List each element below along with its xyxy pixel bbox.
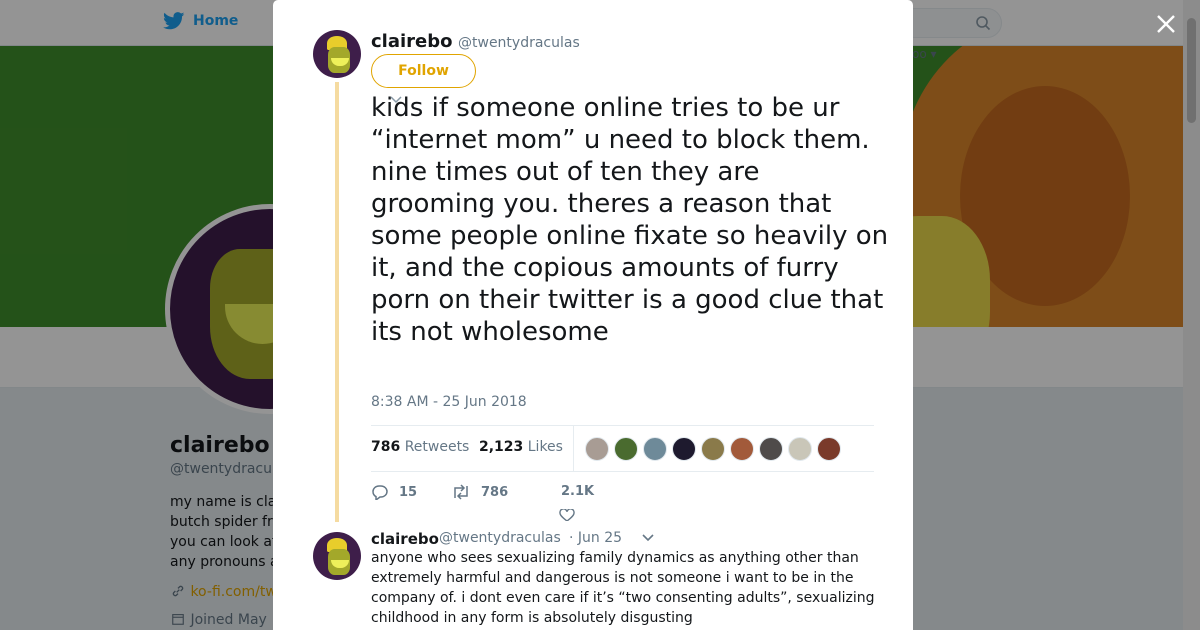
reply-date[interactable]: · Jun 25: [569, 530, 622, 546]
liker-avatar[interactable]: [672, 437, 696, 461]
reply-icon: [372, 485, 388, 500]
retweet-button[interactable]: 786: [451, 484, 508, 500]
liker-avatars: [585, 437, 841, 461]
liker-avatar[interactable]: [643, 437, 667, 461]
liker-avatar[interactable]: [585, 437, 609, 461]
retweets-stat[interactable]: 786 Retweets: [371, 439, 469, 455]
likes-stat[interactable]: 2,123 Likes: [479, 439, 563, 455]
retweets-label: Retweets: [404, 439, 470, 455]
close-icon[interactable]: [1153, 11, 1179, 37]
tweet-timestamp[interactable]: 8:38 AM - 25 Jun 2018: [371, 394, 527, 410]
reply-author-avatar[interactable]: [313, 532, 361, 580]
likes-label: Likes: [527, 439, 563, 455]
tweet-modal: clairebo @twentydraculas Follow kids if …: [273, 0, 913, 630]
tweet-text: kids if someone online tries to be ur “i…: [371, 93, 889, 347]
liker-avatar[interactable]: [817, 437, 841, 461]
like-button[interactable]: 2.1K: [561, 484, 594, 499]
retweet-count: 786: [481, 484, 509, 500]
reply-count: 15: [399, 484, 418, 500]
likes-count: 2,123: [479, 439, 524, 455]
liker-avatar[interactable]: [614, 437, 638, 461]
retweet-icon: [454, 484, 468, 500]
reply-author-name[interactable]: clairebo: [371, 530, 439, 548]
tweet-actions: 15 786 2.1K: [371, 484, 874, 521]
author-avatar[interactable]: [313, 30, 361, 78]
reply-button[interactable]: 15: [371, 484, 417, 500]
reply-author-handle[interactable]: @twentydraculas: [439, 530, 561, 546]
like-count: 2.1K: [561, 484, 595, 499]
liker-avatar[interactable]: [730, 437, 754, 461]
retweets-count: 786: [371, 439, 401, 455]
thread-line: [335, 82, 339, 522]
author-handle[interactable]: @twentydraculas: [458, 35, 580, 51]
chevron-down-icon[interactable]: [641, 533, 655, 543]
liker-avatar[interactable]: [788, 437, 812, 461]
follow-button[interactable]: Follow: [371, 54, 476, 88]
reply-text: anyone who sees sexualizing family dynam…: [371, 550, 875, 626]
liker-avatar[interactable]: [701, 437, 725, 461]
chevron-down-icon[interactable]: [390, 96, 402, 104]
tweet-stats: 786 Retweets 2,123 Likes: [371, 425, 874, 472]
liker-avatar[interactable]: [759, 437, 783, 461]
author-name[interactable]: clairebo: [371, 31, 453, 52]
stats-divider: [573, 426, 574, 471]
heart-icon[interactable]: [558, 509, 576, 521]
